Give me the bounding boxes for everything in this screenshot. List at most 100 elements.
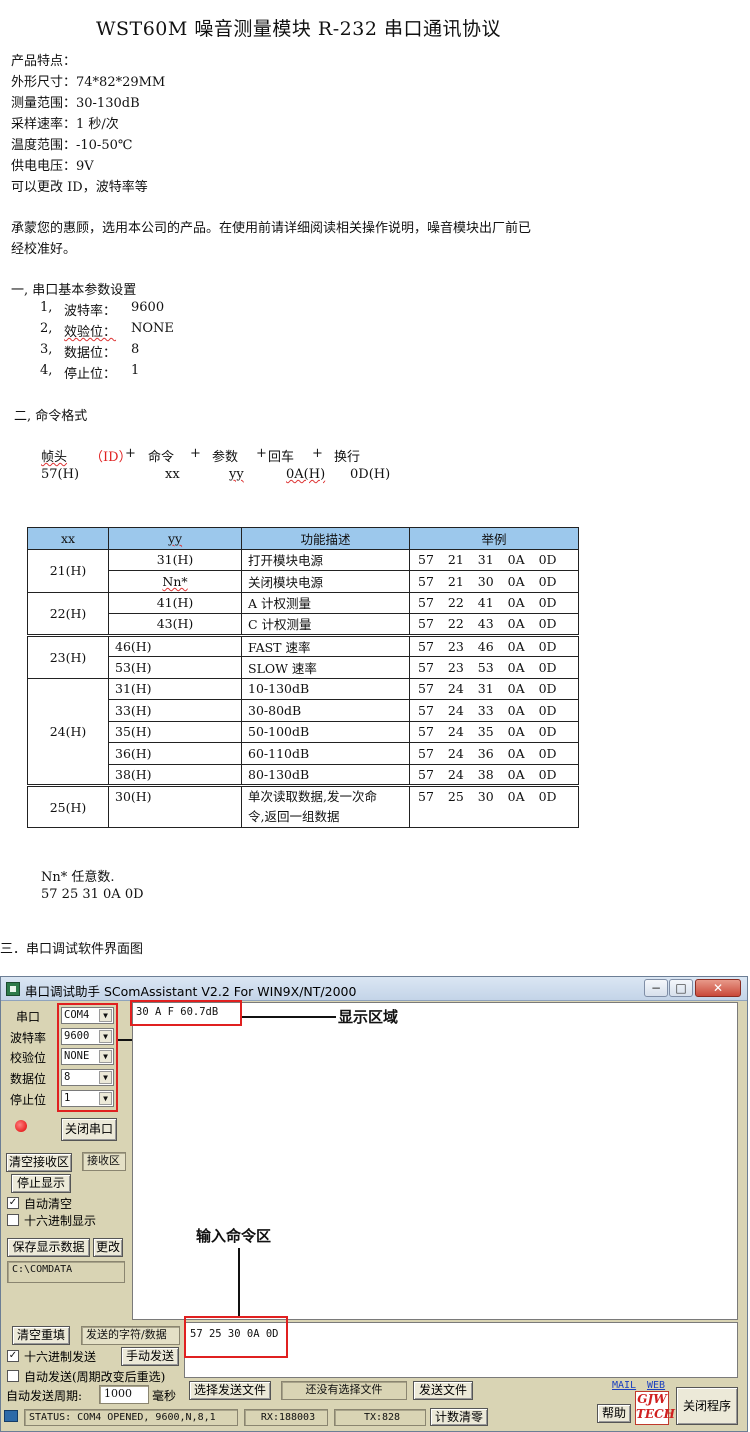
param-label: 波特率： [64,304,117,319]
save-path-field[interactable]: C:\COMDATA [7,1261,125,1283]
send-data-text: 57 25 30 0A 0D [190,1328,279,1340]
web-link[interactable]: WEB [647,1380,665,1391]
feature-range: 测量范围：30-130dB [11,96,140,111]
logo-text: TECH [636,1407,675,1421]
status-led-icon [15,1120,27,1132]
example-cell: 57 24 33 0A 0D [409,699,579,722]
minimize-icon[interactable]: − [644,979,668,997]
hex-display-checkbox[interactable] [7,1214,19,1226]
feature-rate: 采样速率：1 秒/次 [11,117,119,132]
status-text: STATUS: COM4 OPENED, 9600,N,8,1 [24,1409,238,1426]
mail-link[interactable]: MAIL [612,1380,636,1391]
feature-power: 供电电压：9V [11,159,94,174]
section-1-heading: 一, 串口基本参数设置 [11,283,137,298]
intro-line-2: 经校准好。 [11,242,77,257]
example-cell: 57 24 36 0A 0D [409,742,579,765]
fmt-cr-value: 0A(H) [286,467,326,482]
fmt-id-text: ID [103,450,119,465]
hex-send-checkbox[interactable]: ✓ [7,1350,19,1362]
maximize-icon[interactable]: □ [669,979,693,997]
yy-cell: 53(H) [108,656,242,679]
auto-send-checkbox[interactable] [7,1370,19,1382]
doc-title: WST60M 噪音测量模块 R-232 串口通讯协议 [96,18,501,40]
desc-cell: 打开模块电源 [241,548,410,571]
tx-counter: TX:828 [334,1409,426,1426]
table-row: 33(H) 30-80dB 57 24 33 0A 0D [28,699,579,722]
fmt-arg: 参数 [212,450,239,465]
yy-cell: Nn* [108,570,242,593]
fmt-plus: + [125,446,136,461]
desc-cell: FAST 速率 [241,634,410,657]
table-row: 36(H) 60-110dB 57 24 36 0A 0D [28,742,579,765]
desc-cell: 80-130dB [241,763,410,786]
receive-area-label: 接收区 [82,1152,126,1171]
logo-text: GJW [637,1392,667,1406]
param-label: 数据位： [64,346,117,361]
example-cell: 57 25 30 0A 0D [409,785,579,828]
xx-cell: 21(H) [27,548,109,593]
change-path-button[interactable]: 更改 [93,1238,123,1257]
reset-count-button[interactable]: 计数清零 [430,1408,488,1426]
input-pointer-line [238,1248,240,1316]
desc-cell: 30-80dB [241,699,410,722]
yy-cell: 41(H) [108,591,242,614]
auto-clear-checkbox[interactable]: ✓ [7,1197,19,1209]
yy-cell: 33(H) [108,699,242,722]
clear-receive-button[interactable]: 清空接收区 [6,1153,72,1172]
fmt-arg-value: yy [229,467,244,482]
example-cell: 57 24 38 0A 0D [409,763,579,786]
yy-cell: 46(H) [108,634,242,657]
desc-cell: C 计权测量 [241,613,410,636]
example-cell: 57 24 35 0A 0D [409,720,579,743]
param-num: 2, [40,321,53,336]
param-num: 1, [40,300,53,315]
yy-cell: 38(H) [108,763,242,786]
manual-send-button[interactable]: 手动发送 [121,1347,179,1366]
header-example: 举例 [409,527,579,550]
xx-cell: 24(H) [27,677,109,786]
table-row: 22(H) 41(H) A 计权测量 57 22 41 0A 0D [27,591,579,636]
table-row: Nn* 关闭模块电源 57 21 30 0A 0D [28,570,579,593]
close-port-button[interactable]: 关闭串口 [61,1118,117,1141]
close-program-button[interactable]: 关闭程序 [676,1387,738,1425]
rx-counter: RX:188003 [244,1409,328,1426]
desc-cell: SLOW 速率 [241,656,410,679]
auto-period-input[interactable]: 1000 [99,1385,149,1404]
save-data-button[interactable]: 保存显示数据 [7,1238,90,1257]
desc-line: 单次读取数据,发一次命 [248,789,377,804]
yy-cell: 31(H) [108,548,242,571]
note-example: 57 25 31 0A 0D [41,887,144,902]
annotation-input: 输入命令区 [196,1227,272,1245]
clear-send-button[interactable]: 清空重填 [12,1326,70,1345]
help-button[interactable]: 帮助 [597,1404,631,1423]
gjw-tech-logo: GJW TECH [635,1391,675,1425]
table-header-row: xx yy 功能描述 举例 [27,527,579,550]
stop-display-button[interactable]: 停止显示 [11,1174,71,1193]
send-file-button[interactable]: 发送文件 [413,1381,473,1400]
display-pointer-line [242,1016,336,1018]
param-value: 9600 [131,300,165,315]
label-databits: 数据位 [10,1072,47,1086]
auto-period-label: 自动发送周期: [6,1389,83,1403]
received-data-text: 30 A F 60.7dB [136,1006,219,1018]
fmt-lf: 换行 [334,450,361,465]
yy-cell: 35(H) [108,720,242,743]
select-file-button[interactable]: 选择发送文件 [189,1381,271,1400]
fmt-plus: + [190,446,201,461]
command-table: xx yy 功能描述 举例 21(H) 31(H) 打开模块电源 57 21 3… [27,527,579,828]
example-cell: 57 22 41 0A 0D [409,591,579,614]
param-label: 停止位： [64,367,117,382]
fmt-plus: + [256,446,267,461]
xx-cell: 22(H) [27,591,109,636]
close-icon[interactable]: ✕ [695,979,741,997]
param-value: 8 [131,342,140,357]
desc-cell: 单次读取数据,发一次命 令,返回一组数据 [241,785,410,828]
fmt-head: 帧头 [41,450,68,465]
param-num: 3, [40,342,53,357]
example-cell: 57 21 31 0A 0D [409,548,579,571]
features-heading: 产品特点： [11,54,77,69]
title-bar: 串口调试助手 SComAssistant V2.2 For WIN9X/NT/2… [1,977,747,1001]
receive-area[interactable] [132,1002,738,1320]
xx-cell: 25(H) [27,785,109,828]
desc-line: 令,返回一组数据 [248,809,340,824]
